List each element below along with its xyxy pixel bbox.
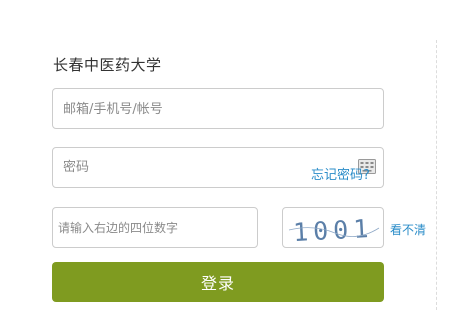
account-field[interactable] (52, 88, 384, 129)
login-button[interactable]: 登录 (52, 262, 384, 302)
captcha-input[interactable] (58, 220, 253, 236)
panel-divider (436, 40, 437, 310)
password-input[interactable] (63, 158, 303, 176)
captcha-text: 1001 (292, 214, 374, 247)
captcha-image[interactable]: 1001 (282, 207, 384, 248)
account-input[interactable] (63, 100, 363, 118)
school-name-title: 长春中医药大学 (53, 56, 162, 74)
login-page: 长春中医药大学 忘记密码? 1001 看不清 登录 (0, 0, 473, 310)
refresh-captcha-link[interactable]: 看不清 (390, 221, 426, 238)
captcha-field[interactable] (52, 207, 258, 248)
forgot-password-link[interactable]: 忘记密码? (311, 164, 370, 183)
